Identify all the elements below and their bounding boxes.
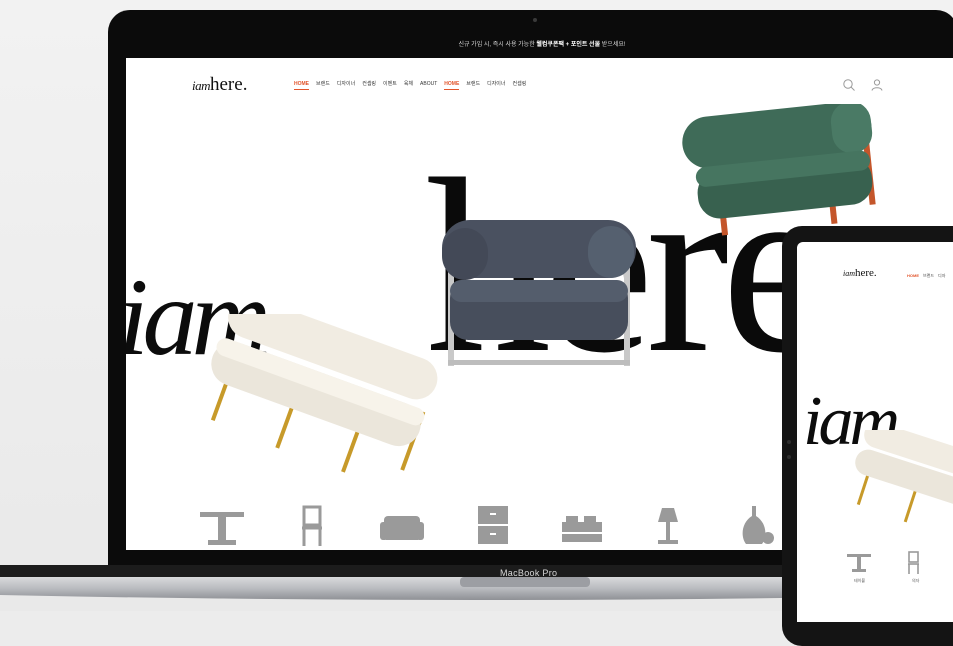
menu-item-designer[interactable]: 디자이너 xyxy=(337,81,355,87)
user-icon[interactable] xyxy=(870,78,884,92)
menu-item-event[interactable]: 이벤트 xyxy=(383,81,397,87)
chair-icon[interactable] xyxy=(302,505,322,546)
menu-item-concept-2[interactable]: 컨셉링 xyxy=(513,81,527,87)
tablet-menu-home[interactable]: HOME xyxy=(907,273,919,278)
navy-armchair[interactable] xyxy=(438,218,638,368)
white-bench[interactable] xyxy=(186,314,446,484)
promo-text-suffix: 받으세요! xyxy=(600,42,626,48)
tablet-menu: HOME 브랜드 디자 xyxy=(907,273,949,279)
tablet-category-icons xyxy=(847,551,919,574)
menu-item-brand-2[interactable]: 브랜드 xyxy=(466,81,480,87)
logo-script: iam xyxy=(192,78,211,93)
laptop-model-label: MacBook Pro xyxy=(500,568,558,578)
site-logo[interactable]: iamhere. xyxy=(192,74,247,96)
menu-item-home-2[interactable]: HOME xyxy=(444,81,460,90)
table-icon[interactable] xyxy=(847,554,871,572)
menu-item-misc[interactable]: 육체 xyxy=(404,81,413,87)
green-lounge-chair[interactable] xyxy=(676,104,886,244)
promo-banner[interactable]: 신규 가입 시, 즉시 사용 가능한 웰컴쿠폰팩 + 포인트 선물 받으세요! xyxy=(126,32,953,58)
chair-icon[interactable] xyxy=(908,551,919,574)
tablet-logo-serif: here. xyxy=(855,267,877,279)
search-icon[interactable] xyxy=(842,78,856,92)
tablet-white-bench[interactable] xyxy=(847,430,953,530)
promo-text: 신규 가입 시, 즉시 사용 가능한 xyxy=(458,42,537,48)
logo-serif: here. xyxy=(210,74,248,95)
menu-item-designer-2[interactable]: 디자이너 xyxy=(487,81,505,87)
tablet-menu-brand[interactable]: 브랜드 xyxy=(923,273,934,278)
bed-icon[interactable] xyxy=(562,516,602,542)
tablet-sensor xyxy=(787,455,791,459)
tablet-screen: iamhere. HOME 브랜드 디자 iam 테이블 의자 xyxy=(797,242,953,622)
laptop-camera xyxy=(533,18,537,22)
main-menu: HOME 브랜드 디자이너 컨셉링 이벤트 육체 ABOUT HOME 브랜드 디자이너 컨셉링 xyxy=(294,80,533,90)
table-icon[interactable] xyxy=(200,512,244,545)
menu-item-concept[interactable]: 컨셉링 xyxy=(362,81,376,87)
menu-item-about[interactable]: ABOUT xyxy=(420,81,437,87)
lamp-icon[interactable] xyxy=(658,508,678,544)
tablet-logo-script: iam xyxy=(843,269,855,278)
tablet-menu-designer[interactable]: 디자 xyxy=(938,273,945,278)
tablet-camera xyxy=(787,440,791,444)
tablet-category-label: 테이블 xyxy=(854,578,866,583)
tablet-logo[interactable]: iamhere. xyxy=(843,267,877,279)
menu-item-brand[interactable]: 브랜드 xyxy=(316,81,330,87)
promo-highlight: 웰컴쿠폰팩 + 포인트 선물 xyxy=(536,42,601,48)
menu-item-home[interactable]: HOME xyxy=(294,81,309,90)
vase-icon[interactable] xyxy=(742,506,774,544)
cabinet-icon[interactable] xyxy=(478,506,508,544)
sofa-icon[interactable] xyxy=(380,516,424,540)
tablet-category-label: 의자 xyxy=(912,578,920,583)
